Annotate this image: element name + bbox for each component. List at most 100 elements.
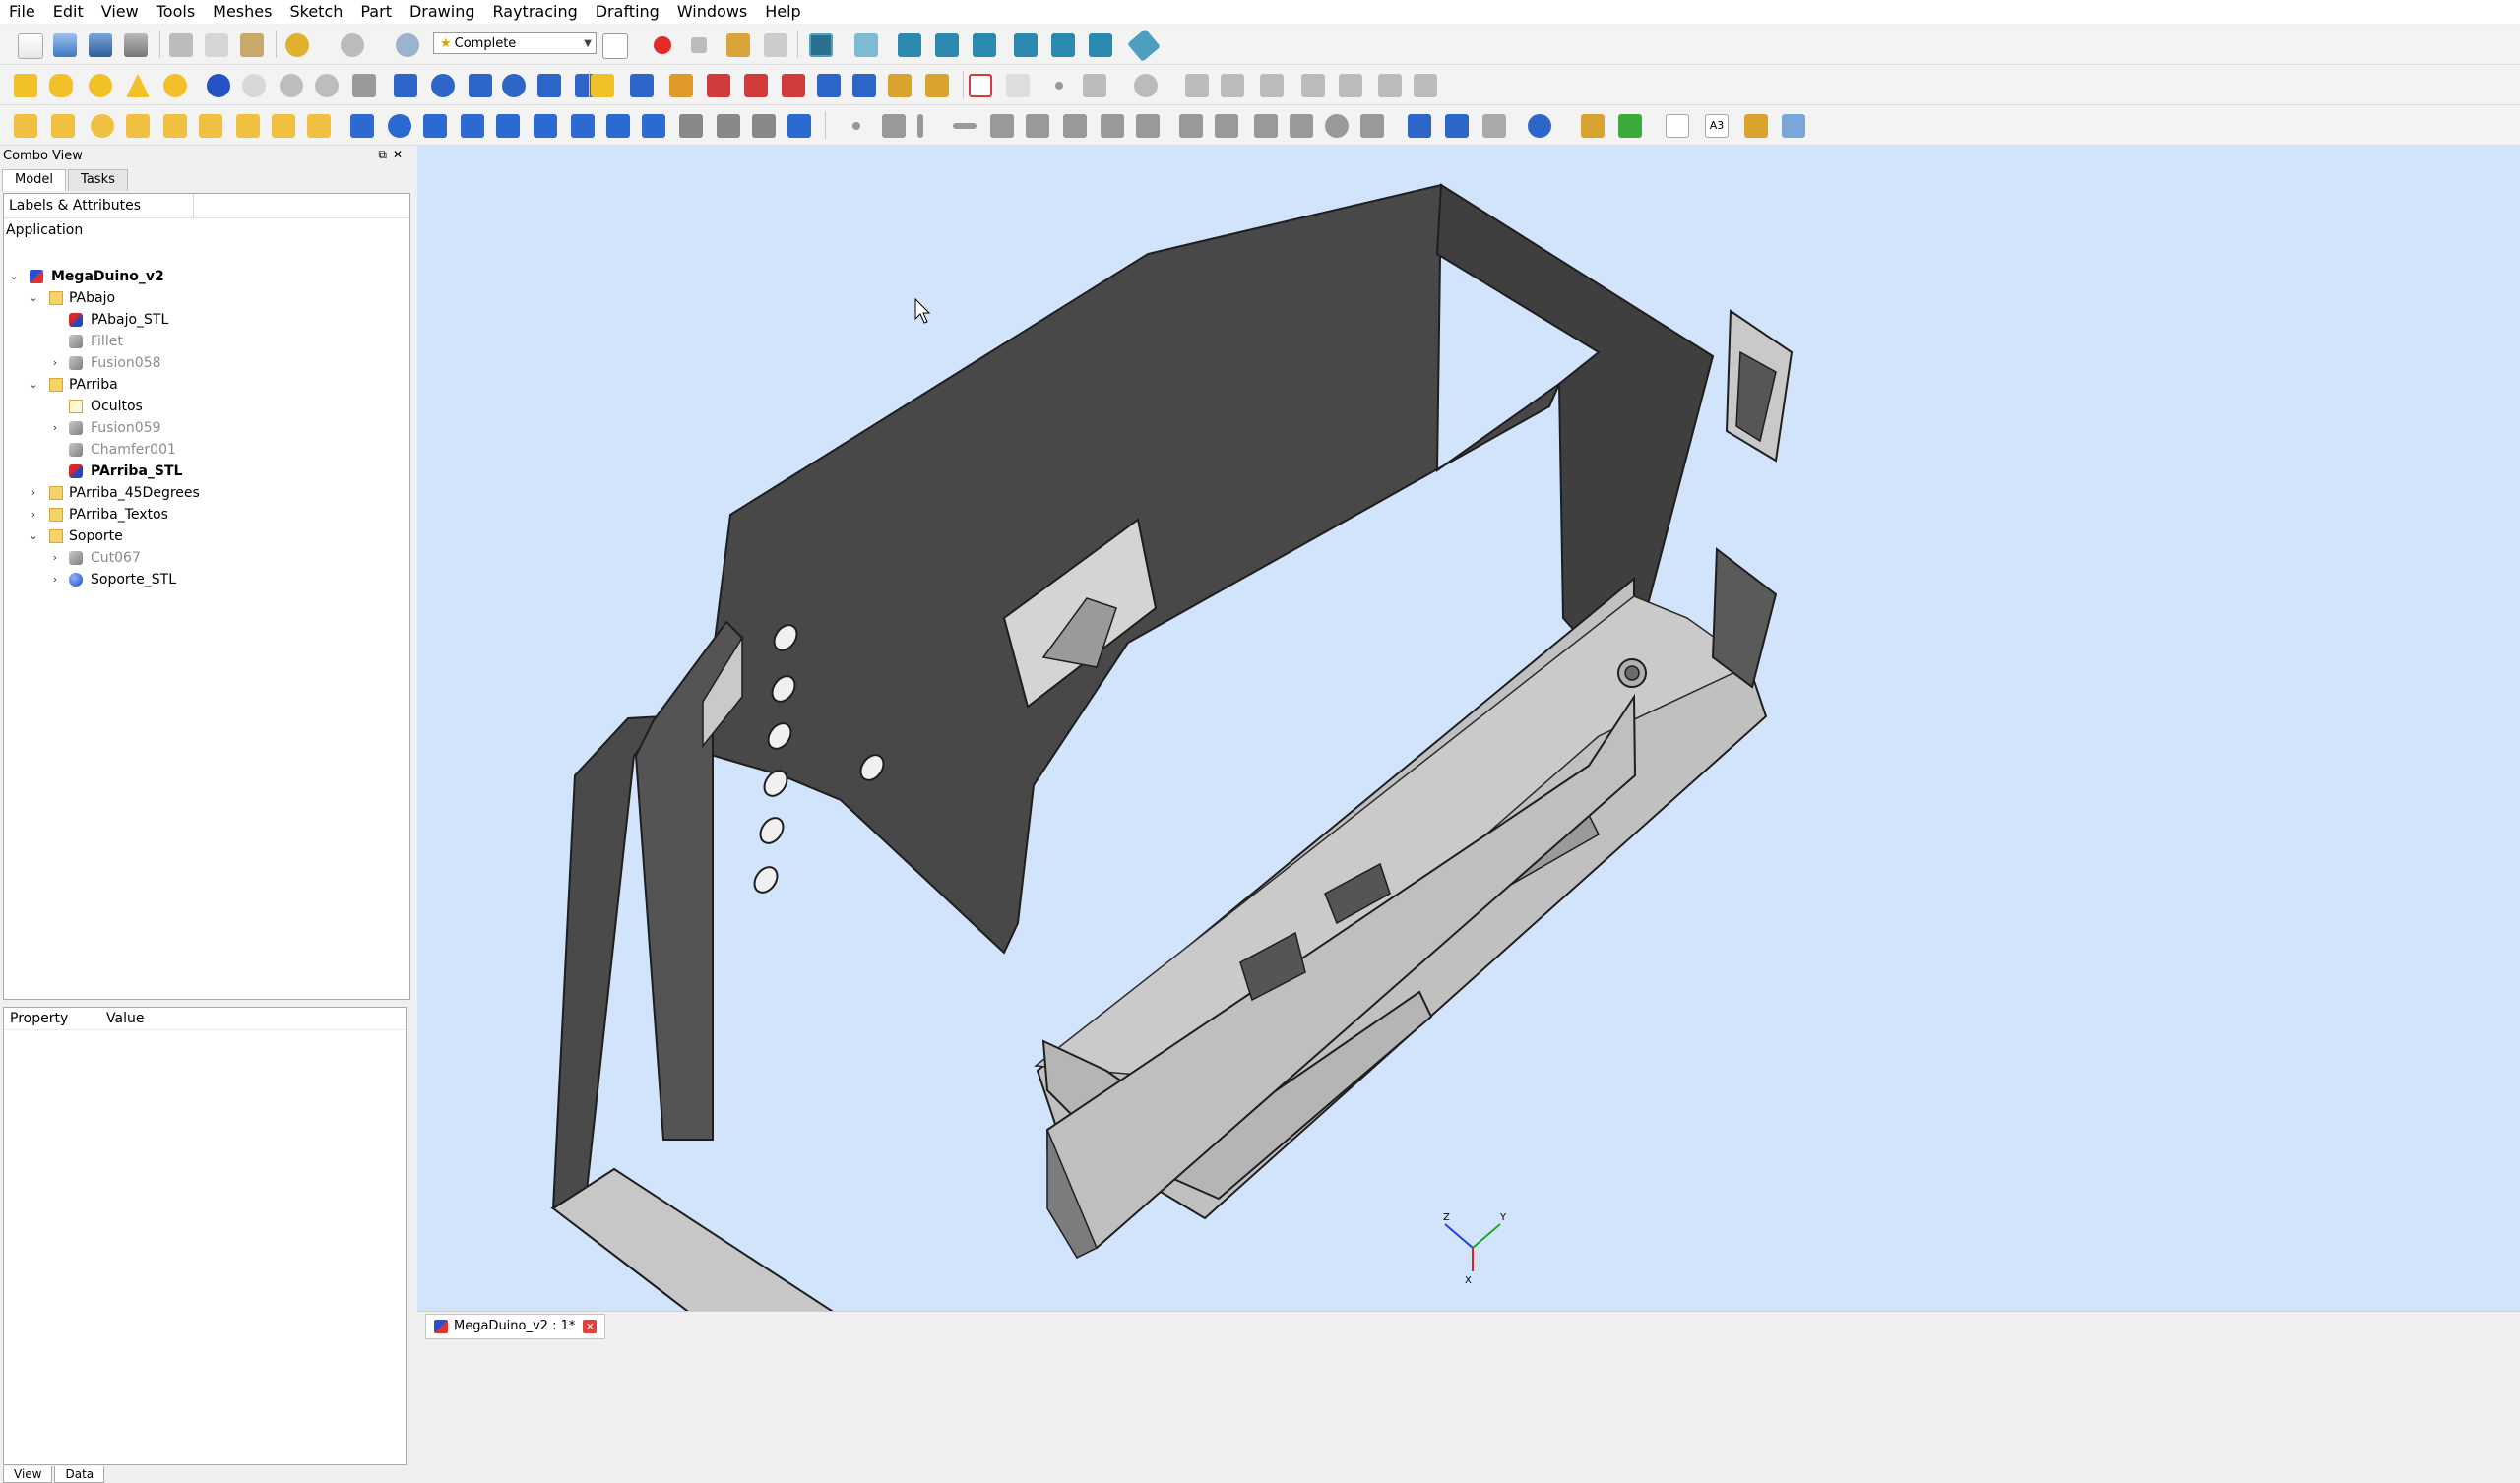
sweep-icon[interactable] [591, 74, 614, 97]
mirror-icon[interactable] [469, 74, 492, 97]
cross-section-icon[interactable] [744, 74, 768, 97]
drawing-view-icon[interactable] [1744, 114, 1768, 138]
left-view-icon[interactable] [1089, 33, 1112, 57]
whats-this-icon[interactable] [602, 33, 628, 59]
chevron-right-icon[interactable]: › [49, 547, 61, 569]
bspline-icon[interactable] [1221, 74, 1244, 97]
chevron-down-icon[interactable]: ⌄ [28, 374, 39, 396]
polyline-icon[interactable] [1083, 74, 1106, 97]
tree-item[interactable]: PArriba_STL [4, 461, 398, 482]
carbon-copy-icon[interactable] [1414, 74, 1437, 97]
tab-view[interactable]: View [3, 1466, 53, 1483]
menu-help[interactable]: Help [756, 0, 809, 24]
paste-icon[interactable] [240, 33, 264, 57]
new-drawing-icon[interactable] [969, 74, 992, 97]
tree-item[interactable]: PAbajo_STL [4, 309, 398, 331]
angle-icon[interactable] [1360, 114, 1384, 138]
isometric-view-icon[interactable] [854, 33, 878, 57]
tab-tasks[interactable]: Tasks [68, 169, 128, 191]
compound-icon[interactable] [817, 74, 841, 97]
raytracing-project-icon[interactable] [1408, 114, 1431, 138]
chamfer-icon[interactable] [537, 74, 561, 97]
offset-draft-icon[interactable] [423, 114, 447, 138]
tree-item[interactable]: Chamfer001 [4, 439, 398, 461]
rear-view-icon[interactable] [1014, 33, 1038, 57]
tree-item[interactable]: ⌄ PAbajo [4, 287, 398, 309]
upgrade-icon[interactable] [496, 114, 520, 138]
tree-item[interactable]: › Soporte_STL [4, 569, 398, 590]
fillet-icon[interactable] [502, 74, 526, 97]
run-macro-icon[interactable] [764, 33, 788, 57]
line-icon[interactable] [1185, 74, 1209, 97]
tree-item[interactable]: › Fusion059 [4, 417, 398, 439]
constraint-vertical-icon[interactable] [917, 114, 923, 138]
raytracing-export-icon[interactable] [1482, 114, 1506, 138]
defeaturing-icon[interactable] [925, 74, 949, 97]
draft-polygon-icon[interactable] [199, 114, 222, 138]
constraint-parallel-icon[interactable] [990, 114, 1014, 138]
draft-text-icon[interactable] [272, 114, 295, 138]
rotate-icon[interactable] [388, 114, 411, 138]
menu-windows[interactable]: Windows [668, 0, 756, 24]
chevron-right-icon[interactable]: › [28, 482, 39, 504]
shape2dview-icon[interactable] [752, 114, 776, 138]
redo-icon[interactable] [341, 33, 364, 57]
radius-icon[interactable] [1325, 114, 1349, 138]
constraint-perpendicular-icon[interactable] [1026, 114, 1049, 138]
export-page-icon[interactable] [1782, 114, 1805, 138]
copy-icon[interactable] [205, 33, 228, 57]
open-file-icon[interactable] [53, 33, 77, 57]
chevron-right-icon[interactable]: › [49, 417, 61, 439]
fillet-sketch-icon[interactable] [1301, 74, 1325, 97]
constraint-tangent-icon[interactable] [882, 114, 906, 138]
add-point-icon[interactable] [679, 114, 703, 138]
section-icon[interactable] [707, 74, 730, 97]
menu-drawing[interactable]: Drawing [401, 0, 484, 24]
new-file-icon[interactable] [18, 33, 43, 59]
bottom-view-icon[interactable] [1051, 33, 1075, 57]
menu-meshes[interactable]: Meshes [204, 0, 281, 24]
menu-part[interactable]: Part [351, 0, 401, 24]
render-icon[interactable] [1528, 114, 1551, 138]
horizontal-distance-icon[interactable] [1215, 114, 1238, 138]
menu-sketch[interactable]: Sketch [281, 0, 351, 24]
chevron-right-icon[interactable]: › [28, 504, 39, 525]
undo-icon[interactable] [285, 33, 309, 57]
menu-view[interactable]: View [93, 0, 148, 24]
tree-item[interactable]: ⌄ Soporte [4, 525, 398, 547]
explode-compound-icon[interactable] [852, 74, 876, 97]
new-page-icon[interactable] [1666, 114, 1689, 138]
forward-icon[interactable] [1618, 114, 1642, 138]
distance-icon[interactable] [1290, 114, 1313, 138]
torus-icon[interactable] [163, 74, 187, 97]
part-icon[interactable] [782, 74, 805, 97]
stop-macro-icon[interactable] [691, 37, 707, 53]
menu-raytracing[interactable]: Raytracing [484, 0, 587, 24]
shape-builder-icon[interactable] [352, 74, 376, 97]
del-point-icon[interactable] [717, 114, 740, 138]
offset-icon[interactable] [630, 74, 654, 97]
export-icon[interactable] [1006, 74, 1030, 97]
chevron-down-icon[interactable]: ⌄ [28, 525, 39, 547]
circle-icon[interactable] [1134, 74, 1158, 97]
model-render[interactable]: X Z Y [417, 146, 2520, 1311]
front-view-icon[interactable] [898, 33, 921, 57]
cone-icon[interactable] [126, 74, 150, 97]
camera-icon[interactable] [1581, 114, 1605, 138]
draft-line-icon[interactable] [14, 114, 37, 138]
cut-boolean-icon[interactable] [242, 74, 266, 97]
trim-icon[interactable] [1339, 74, 1362, 97]
right-view-icon[interactable] [973, 33, 996, 57]
tree-item[interactable]: › PArriba_45Degrees [4, 482, 398, 504]
common-icon[interactable] [315, 74, 339, 97]
a3-page-icon[interactable]: A3 [1705, 114, 1729, 138]
menu-edit[interactable]: Edit [44, 0, 93, 24]
rectangle-icon[interactable] [1260, 74, 1284, 97]
constraint-symmetric-icon[interactable] [1136, 114, 1160, 138]
raytracing-part-icon[interactable] [1445, 114, 1469, 138]
draft-rectangle-icon[interactable] [163, 114, 187, 138]
chevron-right-icon[interactable]: › [49, 352, 61, 374]
chevron-right-icon[interactable]: › [49, 569, 61, 590]
box-icon[interactable] [14, 74, 37, 97]
sphere-icon[interactable] [89, 74, 112, 97]
